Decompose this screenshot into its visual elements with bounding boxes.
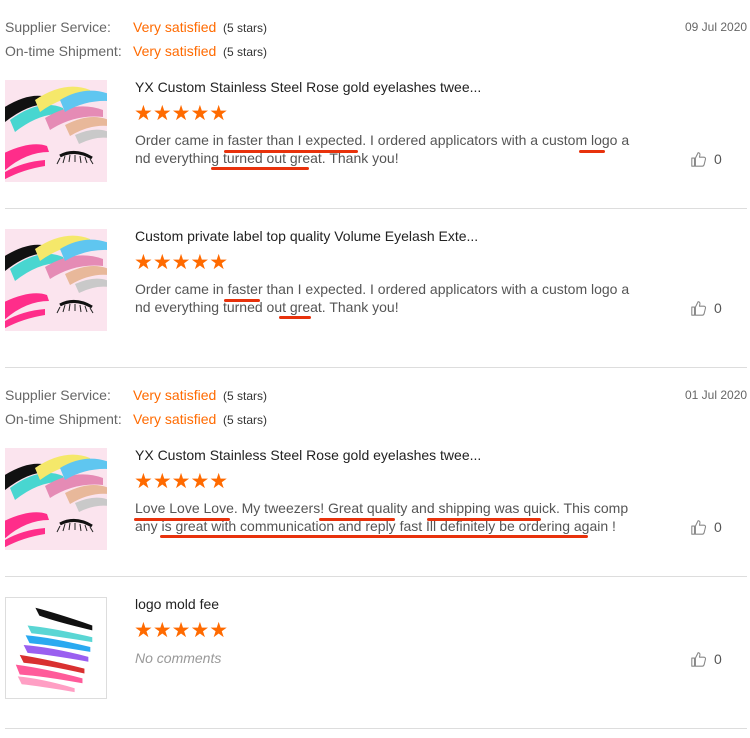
product-thumbnail[interactable] [5,448,107,550]
shipment-row: On-time Shipment: Very satisfied (5 stars) [5,43,267,59]
shipment-value: Very satisfied [133,411,217,427]
supplier-service-stars: (5 stars) [223,21,268,35]
like-count: 0 [714,300,722,317]
review-date: 09 Jul 2020 [685,20,748,34]
like-button[interactable]: 0 [690,518,722,536]
supplier-service-row: Supplier Service: Very satisfied (5 stars) [5,19,267,35]
thumbs-up-icon [690,299,708,317]
shipment-stars: (5 stars) [223,413,268,427]
rating-stars: ★★★★★ [134,470,229,493]
divider [5,728,747,729]
highlight-underline [579,150,605,153]
rating-stars: ★★★★★ [134,619,229,642]
like-button[interactable]: 0 [690,150,722,168]
divider [5,208,747,209]
highlight-underline [134,518,230,521]
like-count: 0 [714,151,722,168]
review-text: No comments [135,650,222,666]
thumbs-up-icon [690,650,708,668]
like-button[interactable]: 0 [690,299,722,317]
shipment-label: On-time Shipment: [5,43,122,59]
shipment-stars: (5 stars) [223,45,268,59]
highlight-underline [319,518,395,521]
shipment-value: Very satisfied [133,43,217,59]
supplier-service-label: Supplier Service: [5,387,111,403]
product-title-link[interactable]: YX Custom Stainless Steel Rose gold eyel… [135,447,481,463]
divider [5,576,747,577]
highlight-underline [279,316,311,319]
review-text: Love Love Love. My tweezers! Great quali… [135,500,629,534]
supplier-service-label: Supplier Service: [5,19,111,35]
supplier-service-stars: (5 stars) [223,389,268,403]
shipment-row: On-time Shipment: Very satisfied (5 stars) [5,411,267,427]
like-count: 0 [714,519,722,536]
rating-stars: ★★★★★ [134,251,229,274]
rating-stars: ★★★★★ [134,102,229,125]
like-count: 0 [714,651,722,668]
product-thumbnail[interactable] [5,597,107,699]
product-title-link[interactable]: logo mold fee [135,596,219,612]
thumbs-up-icon [690,150,708,168]
shipment-label: On-time Shipment: [5,411,122,427]
supplier-service-value: Very satisfied [133,19,217,35]
supplier-service-row: Supplier Service: Very satisfied (5 stars) [5,387,267,403]
highlight-underline [160,535,588,538]
review-text: Order came in faster than I expected. I … [135,281,630,315]
highlight-underline [211,167,309,170]
divider [5,367,747,368]
supplier-service-value: Very satisfied [133,387,217,403]
product-title-link[interactable]: Custom private label top quality Volume … [135,228,478,244]
product-thumbnail[interactable] [5,80,107,182]
thumbs-up-icon [690,518,708,536]
like-button[interactable]: 0 [690,650,722,668]
review-text: Order came in faster than I expected. I … [135,132,630,166]
product-title-link[interactable]: YX Custom Stainless Steel Rose gold eyel… [135,79,481,95]
product-thumbnail[interactable] [5,229,107,331]
highlight-underline [224,150,358,153]
review-date: 01 Jul 2020 [685,388,748,402]
highlight-underline [224,299,260,302]
highlight-underline [427,518,541,521]
